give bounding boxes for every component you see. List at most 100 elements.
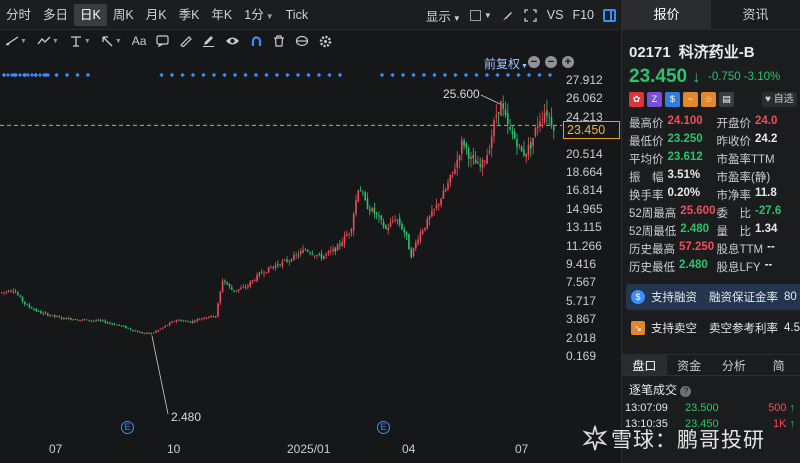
candle-body xyxy=(359,190,362,192)
candle-body xyxy=(51,314,54,316)
candle-body xyxy=(352,214,355,231)
candle-body xyxy=(118,324,120,326)
tab-capital[interactable]: 资金 xyxy=(667,355,712,375)
candle-body xyxy=(277,263,279,266)
period-monthly-k[interactable]: 月K xyxy=(140,4,173,26)
event-dot xyxy=(211,72,217,78)
tab-analysis[interactable]: 分析 xyxy=(712,355,757,375)
event-dot xyxy=(26,73,30,77)
tab-news[interactable]: 资讯 xyxy=(711,0,800,29)
candle-body xyxy=(288,260,291,262)
candle-body xyxy=(127,327,130,329)
style-checkbox[interactable] xyxy=(469,9,481,21)
candle-body xyxy=(37,310,40,312)
period-daily-k[interactable]: 日K xyxy=(74,3,107,26)
candle-body xyxy=(449,174,452,183)
candle-body xyxy=(525,153,527,157)
y-tick-label: 26.062 xyxy=(566,91,603,106)
side-panel-toggle-icon[interactable] xyxy=(603,8,616,22)
candle-body xyxy=(509,126,511,130)
candle-body xyxy=(543,112,546,122)
vs-button[interactable]: VS xyxy=(547,8,564,22)
candle-body xyxy=(88,319,90,321)
gear-icon[interactable] xyxy=(314,30,337,52)
star-icon[interactable]: ☆ xyxy=(701,92,716,107)
candle-body xyxy=(182,320,185,322)
fullscreen-icon[interactable] xyxy=(524,8,538,22)
x-tick-label: 2025/01 xyxy=(287,442,331,456)
fibonacci-tool[interactable]: ▼ xyxy=(64,30,96,52)
stat-label: 市盈率TTM xyxy=(716,154,775,166)
layers-icon[interactable] xyxy=(290,30,314,52)
period-intraday[interactable]: 分时 xyxy=(0,4,37,26)
stat-label: 换手率 xyxy=(629,190,664,202)
candle-body xyxy=(17,292,19,296)
candle-body xyxy=(389,222,392,227)
text-tool[interactable]: Aa xyxy=(127,30,152,52)
candle-body xyxy=(433,209,435,211)
candle-body xyxy=(44,312,47,314)
candle-body xyxy=(226,282,228,285)
candle-body xyxy=(70,318,72,320)
cursor-tool[interactable]: ▼ xyxy=(96,30,127,52)
event-dot xyxy=(421,72,427,78)
trend-icon[interactable]: ~ xyxy=(683,92,698,107)
document-icon[interactable]: ▤ xyxy=(719,92,734,107)
candle-body xyxy=(502,103,504,109)
dollar-icon[interactable]: $ xyxy=(665,92,680,107)
short-banner[interactable]: ↘ 支持卖空 卖空参考利率 4.5 xyxy=(626,315,800,341)
eye-icon[interactable] xyxy=(220,30,245,52)
comment-icon[interactable] xyxy=(151,30,174,52)
tab-brief[interactable]: 简 xyxy=(756,355,800,375)
display-menu[interactable]: 显示 ▼ xyxy=(426,6,461,25)
connect-icon[interactable]: Z xyxy=(647,92,662,107)
tab-quote[interactable]: 报价 xyxy=(622,0,711,29)
info-icon[interactable]: ? xyxy=(680,386,692,397)
f10-button[interactable]: F10 xyxy=(572,8,594,22)
pencil-icon[interactable] xyxy=(197,30,220,52)
quote-stats: 最高价 24.100 开盘价 24.0 最低价 23.250 昨收价 24.2 平均价 23.61… xyxy=(629,115,800,277)
period-multiday[interactable]: 多日 xyxy=(37,4,74,26)
candle-body xyxy=(311,253,314,255)
stat-value: 57.250 xyxy=(679,241,715,253)
candle-body xyxy=(373,207,376,214)
quote-panel-tabs: 报价 资讯 xyxy=(622,0,800,30)
event-dot xyxy=(547,72,553,78)
magnet-icon[interactable] xyxy=(245,30,268,52)
event-marker[interactable]: E xyxy=(377,421,390,434)
period-quarterly-k[interactable]: 季K xyxy=(173,4,206,26)
stat-label: 昨收价 xyxy=(716,136,752,148)
candle-body xyxy=(208,317,210,318)
period-tick[interactable]: Tick xyxy=(280,4,314,26)
add-watchlist-button[interactable]: ♥ 自选 xyxy=(762,92,797,107)
period-1min[interactable]: 1分 ▼ xyxy=(238,4,279,26)
margin-banner[interactable]: $ 支持融资 融资保证金率 80 xyxy=(626,284,800,310)
event-dot xyxy=(411,72,416,78)
y-tick-label: 18.664 xyxy=(566,165,603,179)
candle-body xyxy=(297,254,300,256)
ruler-icon[interactable] xyxy=(174,30,197,52)
period-yearly-k[interactable]: 年K xyxy=(205,4,238,26)
event-dot xyxy=(379,72,385,78)
candle-body xyxy=(327,251,330,254)
candle-body xyxy=(240,287,242,290)
candle-body xyxy=(102,320,104,322)
candle-body xyxy=(421,230,424,234)
candle-body xyxy=(332,248,334,252)
line-tool[interactable]: ▼ xyxy=(0,30,32,52)
polyline-tool[interactable]: ▼ xyxy=(32,30,64,52)
candle-body xyxy=(162,327,164,329)
candle-body xyxy=(191,320,194,323)
candle-body xyxy=(442,190,445,199)
brush-icon[interactable] xyxy=(501,8,515,22)
hk-flag-icon[interactable]: ✿ xyxy=(629,92,644,107)
trash-icon[interactable] xyxy=(268,30,290,52)
stat-value: 23.612 xyxy=(667,151,703,163)
candle-body xyxy=(392,220,394,222)
candle-body xyxy=(290,259,293,261)
tab-orderbook[interactable]: 盘口 xyxy=(622,355,667,375)
candle-body xyxy=(251,280,254,283)
event-marker[interactable]: E xyxy=(121,421,134,434)
candlestick-chart[interactable] xyxy=(0,52,562,440)
period-weekly-k[interactable]: 周K xyxy=(107,4,140,26)
